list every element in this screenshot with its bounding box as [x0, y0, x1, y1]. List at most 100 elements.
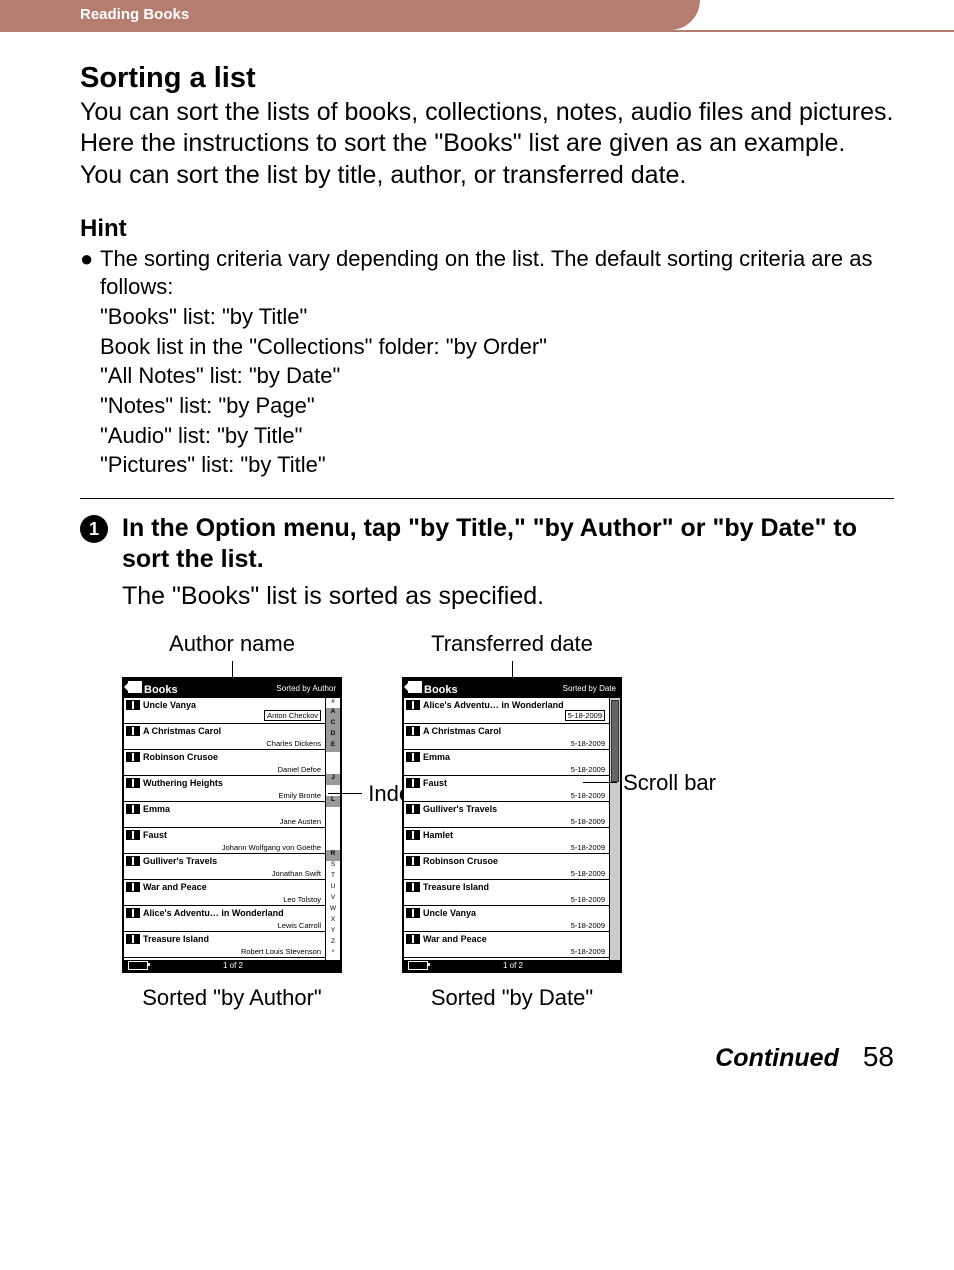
book-list[interactable]: Uncle Vanya Anton Checkov A Christmas Caro…: [124, 698, 325, 960]
list-item[interactable]: Faust5-18-2009: [404, 776, 609, 802]
index-letter[interactable]: W: [326, 905, 340, 916]
book-icon: [406, 752, 420, 762]
book-icon: [126, 726, 140, 736]
list-item[interactable]: Alice's Adventu… in WonderlandLewis Carr…: [124, 906, 325, 932]
book-title: Robinson Crusoe: [143, 752, 218, 762]
book-subtext: 5-18-2009: [565, 710, 605, 721]
list-item[interactable]: Uncle Vanya5-18-2009: [404, 906, 609, 932]
list-item[interactable]: FaustJohann Wolfgang von Goethe: [124, 828, 325, 854]
book-icon: [126, 934, 140, 944]
book-title: Uncle Vanya: [423, 908, 476, 918]
book-icon: [406, 700, 420, 710]
hint-criteria-line: Book list in the "Collections" folder: "…: [100, 332, 894, 362]
list-item[interactable]: A Christmas CarolCharles Dickens: [124, 724, 325, 750]
book-subtext: Jonathan Swift: [272, 869, 321, 878]
book-subtext: Daniel Defoe: [278, 765, 321, 774]
book-icon: [406, 778, 420, 788]
list-item[interactable]: Emma5-18-2009: [404, 750, 609, 776]
list-item[interactable]: War and Peace5-18-2009: [404, 932, 609, 958]
book-icon: [406, 908, 420, 918]
step-1: 1 In the Option menu, tap "by Title," "b…: [80, 513, 894, 576]
index-letter[interactable]: Z: [326, 938, 340, 949]
list-item[interactable]: Gulliver's TravelsJonathan Swift: [124, 854, 325, 880]
list-item[interactable]: Treasure Island5-18-2009: [404, 880, 609, 906]
list-item[interactable]: War and Peace Leo Tolstoy: [124, 880, 325, 906]
list-item[interactable]: Wuthering HeightsEmily Bronte: [124, 776, 325, 802]
callout-author-name: Author name: [169, 631, 295, 657]
index-letter[interactable]: [326, 763, 340, 774]
hint-criteria-line: "Pictures" list: "by Title": [100, 450, 894, 480]
index-letter[interactable]: [326, 818, 340, 829]
index-letter[interactable]: C: [326, 719, 340, 730]
index-letter[interactable]: *: [326, 949, 340, 960]
book-list[interactable]: Alice's Adventu… in Wonderland5-18-2009A…: [404, 698, 609, 960]
book-title: Hamlet: [423, 830, 453, 840]
list-item[interactable]: Alice's Adventu… in Wonderland5-18-2009: [404, 698, 609, 724]
index-letter[interactable]: T: [326, 872, 340, 883]
sort-mode-label: Sorted by Date: [563, 684, 616, 693]
list-item[interactable]: Uncle Vanya Anton Checkov: [124, 698, 325, 724]
book-subtext: Leo Tolstoy: [283, 895, 321, 904]
index-letter[interactable]: D: [326, 730, 340, 741]
device-header: Books Sorted by Date: [404, 679, 620, 698]
book-subtext: Jane Austen: [280, 817, 321, 826]
book-subtext: Charles Dickens: [266, 739, 321, 748]
step-title: In the Option menu, tap "by Title," "by …: [122, 513, 894, 576]
index-letter[interactable]: X: [326, 916, 340, 927]
list-item[interactable]: Hamlet 5-18-2009: [404, 828, 609, 854]
book-icon: [406, 856, 420, 866]
page-indicator: 1 of 2: [503, 961, 523, 970]
index-letter[interactable]: U: [326, 883, 340, 894]
list-item[interactable]: A Christmas Carol5-18-2009: [404, 724, 609, 750]
list-item[interactable]: Robinson Crusoe5-18-2009: [404, 854, 609, 880]
book-subtext: 5-18-2009: [571, 843, 605, 852]
index-letter[interactable]: [326, 752, 340, 763]
page-footer: Continued 58: [0, 1011, 954, 1093]
book-title: Faust: [143, 830, 167, 840]
sort-mode-label: Sorted by Author: [276, 684, 336, 693]
book-title: Emma: [143, 804, 170, 814]
scroll-bar[interactable]: [609, 698, 620, 960]
book-title: Alice's Adventu… in Wonderland: [423, 700, 564, 710]
book-title: Treasure Island: [423, 882, 489, 892]
book-icon: [406, 882, 420, 892]
book-title: Uncle Vanya: [143, 700, 196, 710]
book-icon: [406, 934, 420, 944]
caption-author: Sorted "by Author": [142, 985, 322, 1011]
page-header-bar: Reading Books: [0, 0, 954, 32]
index-letter[interactable]: V: [326, 894, 340, 905]
index-letter[interactable]: A: [326, 708, 340, 719]
book-icon: [406, 830, 420, 840]
index-letter[interactable]: S: [326, 861, 340, 872]
index-letter[interactable]: E: [326, 741, 340, 752]
device-date-sort: Books Sorted by Date Alice's Adventu… in…: [402, 677, 622, 973]
device-footer: 1 of 2: [404, 960, 620, 971]
book-title: War and Peace: [143, 882, 207, 892]
step-body: The "Books" list is sorted as specified.: [122, 582, 894, 611]
index-letter[interactable]: [326, 829, 340, 840]
scroll-thumb[interactable]: [611, 700, 619, 782]
back-icon[interactable]: [128, 681, 142, 693]
battery-icon: [408, 961, 428, 970]
book-subtext: 5-18-2009: [571, 817, 605, 826]
book-subtext: 5-18-2009: [571, 947, 605, 956]
index-letter[interactable]: [326, 807, 340, 818]
index-letter[interactable]: #: [326, 698, 340, 709]
index-letter[interactable]: R: [326, 850, 340, 861]
index-letter[interactable]: [326, 840, 340, 851]
intro-text: You can sort the lists of books, collect…: [80, 97, 894, 191]
list-item[interactable]: Treasure IslandRobert Louis Stevenson: [124, 932, 325, 958]
list-item[interactable]: Robinson Crusoe Daniel Defoe: [124, 750, 325, 776]
index-bar[interactable]: #ACDEJLRSTUVWXYZ*: [325, 698, 340, 960]
hint-criteria-line: "Audio" list: "by Title": [100, 421, 894, 451]
page-indicator: 1 of 2: [223, 961, 243, 970]
page-title: Sorting a list: [80, 62, 894, 95]
hint-lead: The sorting criteria vary depending on t…: [100, 245, 894, 302]
book-icon: [126, 752, 140, 762]
index-letter[interactable]: Y: [326, 927, 340, 938]
back-icon[interactable]: [408, 681, 422, 693]
list-item[interactable]: Emma Jane Austen: [124, 802, 325, 828]
list-item[interactable]: Gulliver's Travels5-18-2009: [404, 802, 609, 828]
book-subtext: Emily Bronte: [278, 791, 321, 800]
book-subtext: Anton Checkov: [264, 710, 321, 721]
